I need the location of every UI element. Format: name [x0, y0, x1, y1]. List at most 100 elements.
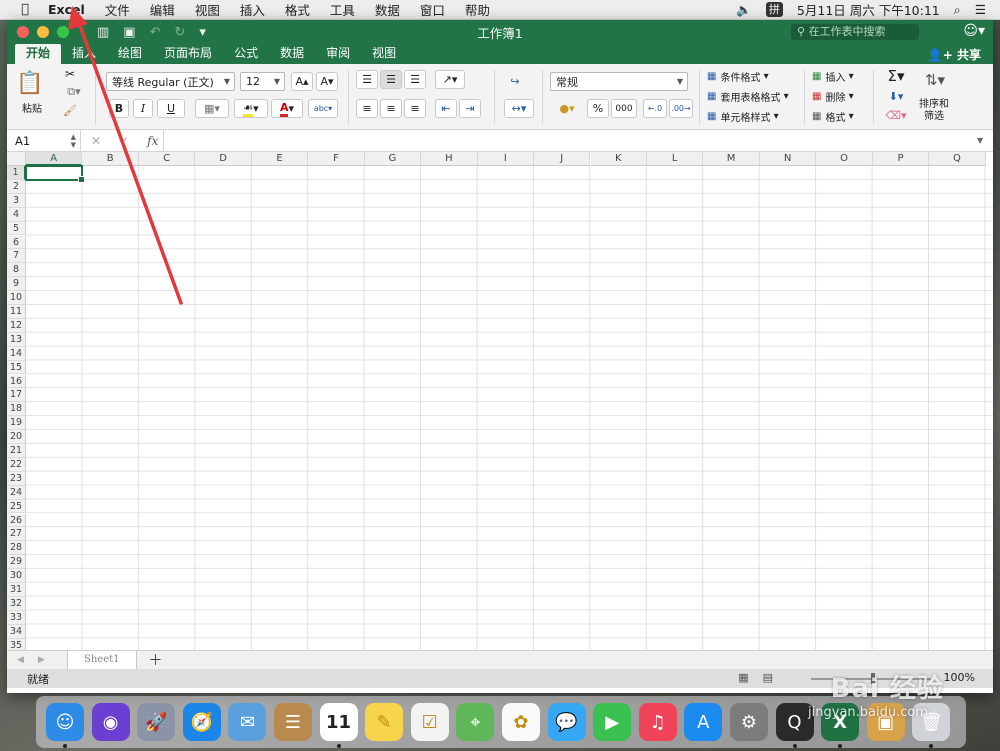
phonetic-icon[interactable]: abc▾	[308, 99, 338, 118]
number-format-select[interactable]: 常规 ▼	[550, 72, 688, 91]
facetime-dock-icon[interactable]: ▶	[593, 703, 632, 741]
sheet-tab-sheet1[interactable]: Sheet1	[67, 650, 137, 670]
thousands-separator-button[interactable]: 000	[611, 99, 637, 118]
row-header-34[interactable]: 34	[7, 624, 26, 639]
menubar-clock[interactable]: 5月11日 周六 下午10:11	[797, 0, 940, 19]
align-right-button[interactable]: ≡	[404, 99, 426, 118]
column-header-j[interactable]: J	[534, 152, 591, 166]
column-header-b[interactable]: B	[82, 152, 139, 166]
system-preferences-dock-icon[interactable]: ⚙	[729, 703, 768, 741]
align-middle-button[interactable]: ☰	[380, 70, 402, 89]
align-center-button[interactable]: ≡	[380, 99, 402, 118]
autosum-icon[interactable]: Σ▾	[883, 67, 909, 85]
row-header-21[interactable]: 21	[7, 444, 26, 458]
spotlight-icon[interactable]: ⌕	[954, 2, 961, 18]
tab-formulas[interactable]: 公式	[223, 44, 269, 64]
insert-function-icon[interactable]: fx	[147, 134, 158, 148]
decrease-decimal-button[interactable]: .00→	[669, 99, 693, 118]
column-header-h[interactable]: H	[421, 152, 478, 166]
row-header-11[interactable]: 11	[7, 305, 26, 319]
zoom-level[interactable]: 100%	[944, 671, 975, 684]
row-header-31[interactable]: 31	[7, 583, 26, 597]
wrap-text-icon[interactable]: ↪	[504, 72, 526, 91]
next-sheet-icon[interactable]: ▶	[38, 655, 45, 665]
row-header-28[interactable]: 28	[7, 541, 26, 556]
row-header-4[interactable]: 4	[7, 207, 26, 222]
menu-help[interactable]: 帮助	[465, 0, 490, 19]
menu-insert[interactable]: 插入	[240, 0, 265, 19]
volume-icon[interactable]: 🔈	[736, 2, 752, 18]
row-header-1[interactable]: 1	[7, 166, 26, 180]
column-header-p[interactable]: P	[872, 152, 930, 166]
tab-view[interactable]: 视图	[361, 44, 407, 64]
expand-formula-bar-icon[interactable]: ▼	[977, 136, 993, 145]
column-header-d[interactable]: D	[195, 152, 252, 166]
maps-dock-icon[interactable]: ⌖	[456, 703, 495, 741]
photos-dock-icon[interactable]: ✿	[501, 703, 540, 741]
zoom-window-button[interactable]	[57, 26, 69, 38]
row-header-16[interactable]: 16	[7, 374, 26, 389]
italic-button[interactable]: I	[133, 99, 153, 118]
row-header-14[interactable]: 14	[7, 346, 26, 361]
sort-filter-icon[interactable]: ⇅▾	[917, 67, 953, 93]
undo-icon[interactable]: ↶	[150, 25, 161, 40]
customize-toolbar-icon[interactable]: ▾	[199, 25, 206, 40]
row-header-26[interactable]: 26	[7, 513, 26, 528]
underline-button[interactable]: U	[157, 99, 185, 118]
column-header-q[interactable]: Q	[929, 152, 986, 166]
finder-dock-icon[interactable]: ☺	[46, 703, 84, 748]
format-painter-icon[interactable]: 🖌	[62, 102, 78, 118]
menu-file[interactable]: 文件	[105, 0, 130, 19]
percent-button[interactable]: %	[587, 99, 609, 118]
row-header-15[interactable]: 15	[7, 360, 26, 375]
merge-center-button[interactable]: ↔▾	[504, 99, 534, 118]
save-icon[interactable]: ▣	[123, 25, 135, 40]
delete-cells-button[interactable]: ▦ 删除 ▾	[812, 88, 866, 104]
row-header-3[interactable]: 3	[7, 193, 26, 208]
row-header-6[interactable]: 6	[7, 235, 26, 250]
menu-excel[interactable]: Excel	[48, 2, 85, 17]
decrease-indent-button[interactable]: ⇤	[435, 99, 457, 118]
sidebar-toggle-icon[interactable]: ▥	[97, 25, 109, 40]
menu-tools[interactable]: 工具	[330, 0, 355, 19]
bold-button[interactable]: B	[109, 99, 129, 118]
borders-button[interactable]: ▦▾	[195, 99, 229, 118]
cut-icon[interactable]: ✂	[62, 66, 78, 82]
row-header-24[interactable]: 24	[7, 485, 26, 500]
tab-data[interactable]: 数据	[269, 44, 315, 64]
paste-icon[interactable]: 📋	[16, 68, 43, 98]
select-all-corner[interactable]	[7, 152, 26, 166]
formula-input[interactable]	[163, 129, 977, 152]
row-header-22[interactable]: 22	[7, 457, 26, 472]
messages-dock-icon[interactable]: 💬	[547, 703, 586, 741]
confirm-entry-icon[interactable]: ✓	[119, 134, 129, 148]
fill-color-button[interactable]: ☙ ▾	[234, 99, 268, 118]
menu-data[interactable]: 数据	[375, 0, 400, 19]
tab-page-layout[interactable]: 页面布局	[153, 44, 223, 64]
menu-edit[interactable]: 编辑	[150, 0, 175, 19]
column-header-m[interactable]: M	[703, 152, 760, 166]
increase-indent-button[interactable]: ⇥	[459, 99, 481, 118]
prev-sheet-icon[interactable]: ◀	[17, 655, 24, 665]
row-header-7[interactable]: 7	[7, 249, 26, 264]
shrink-font-button[interactable]: A▾	[316, 72, 338, 91]
align-left-button[interactable]: ≡	[356, 99, 378, 118]
column-header-l[interactable]: L	[646, 152, 704, 166]
column-header-k[interactable]: K	[590, 152, 647, 166]
normal-view-icon[interactable]: ▦	[738, 671, 748, 684]
menu-window[interactable]: 窗口	[420, 0, 445, 19]
share-button[interactable]: 👤+ 共享	[928, 46, 981, 63]
align-top-button[interactable]: ☰	[356, 70, 378, 89]
fill-down-icon[interactable]: ⬇▾	[883, 88, 909, 104]
notes-dock-icon[interactable]: ✎	[365, 703, 404, 741]
app-store-dock-icon[interactable]: A	[684, 703, 723, 741]
row-header-32[interactable]: 32	[7, 596, 26, 611]
apple-icon[interactable]: 	[16, 2, 34, 17]
tab-draw[interactable]: 绘图	[107, 44, 153, 64]
cancel-entry-icon[interactable]: ✕	[91, 134, 101, 148]
row-header-27[interactable]: 27	[7, 527, 26, 542]
calendar-dock-icon[interactable]: 11	[319, 703, 358, 748]
worksheet-grid[interactable]: ABCDEFGHIJKLMNOPQ 1 2 3 4 5 6 7 8 9 10 11 12 13 14 15 1…	[7, 152, 993, 650]
tab-review[interactable]: 审阅	[315, 44, 361, 64]
column-header-a[interactable]: A	[26, 152, 83, 166]
